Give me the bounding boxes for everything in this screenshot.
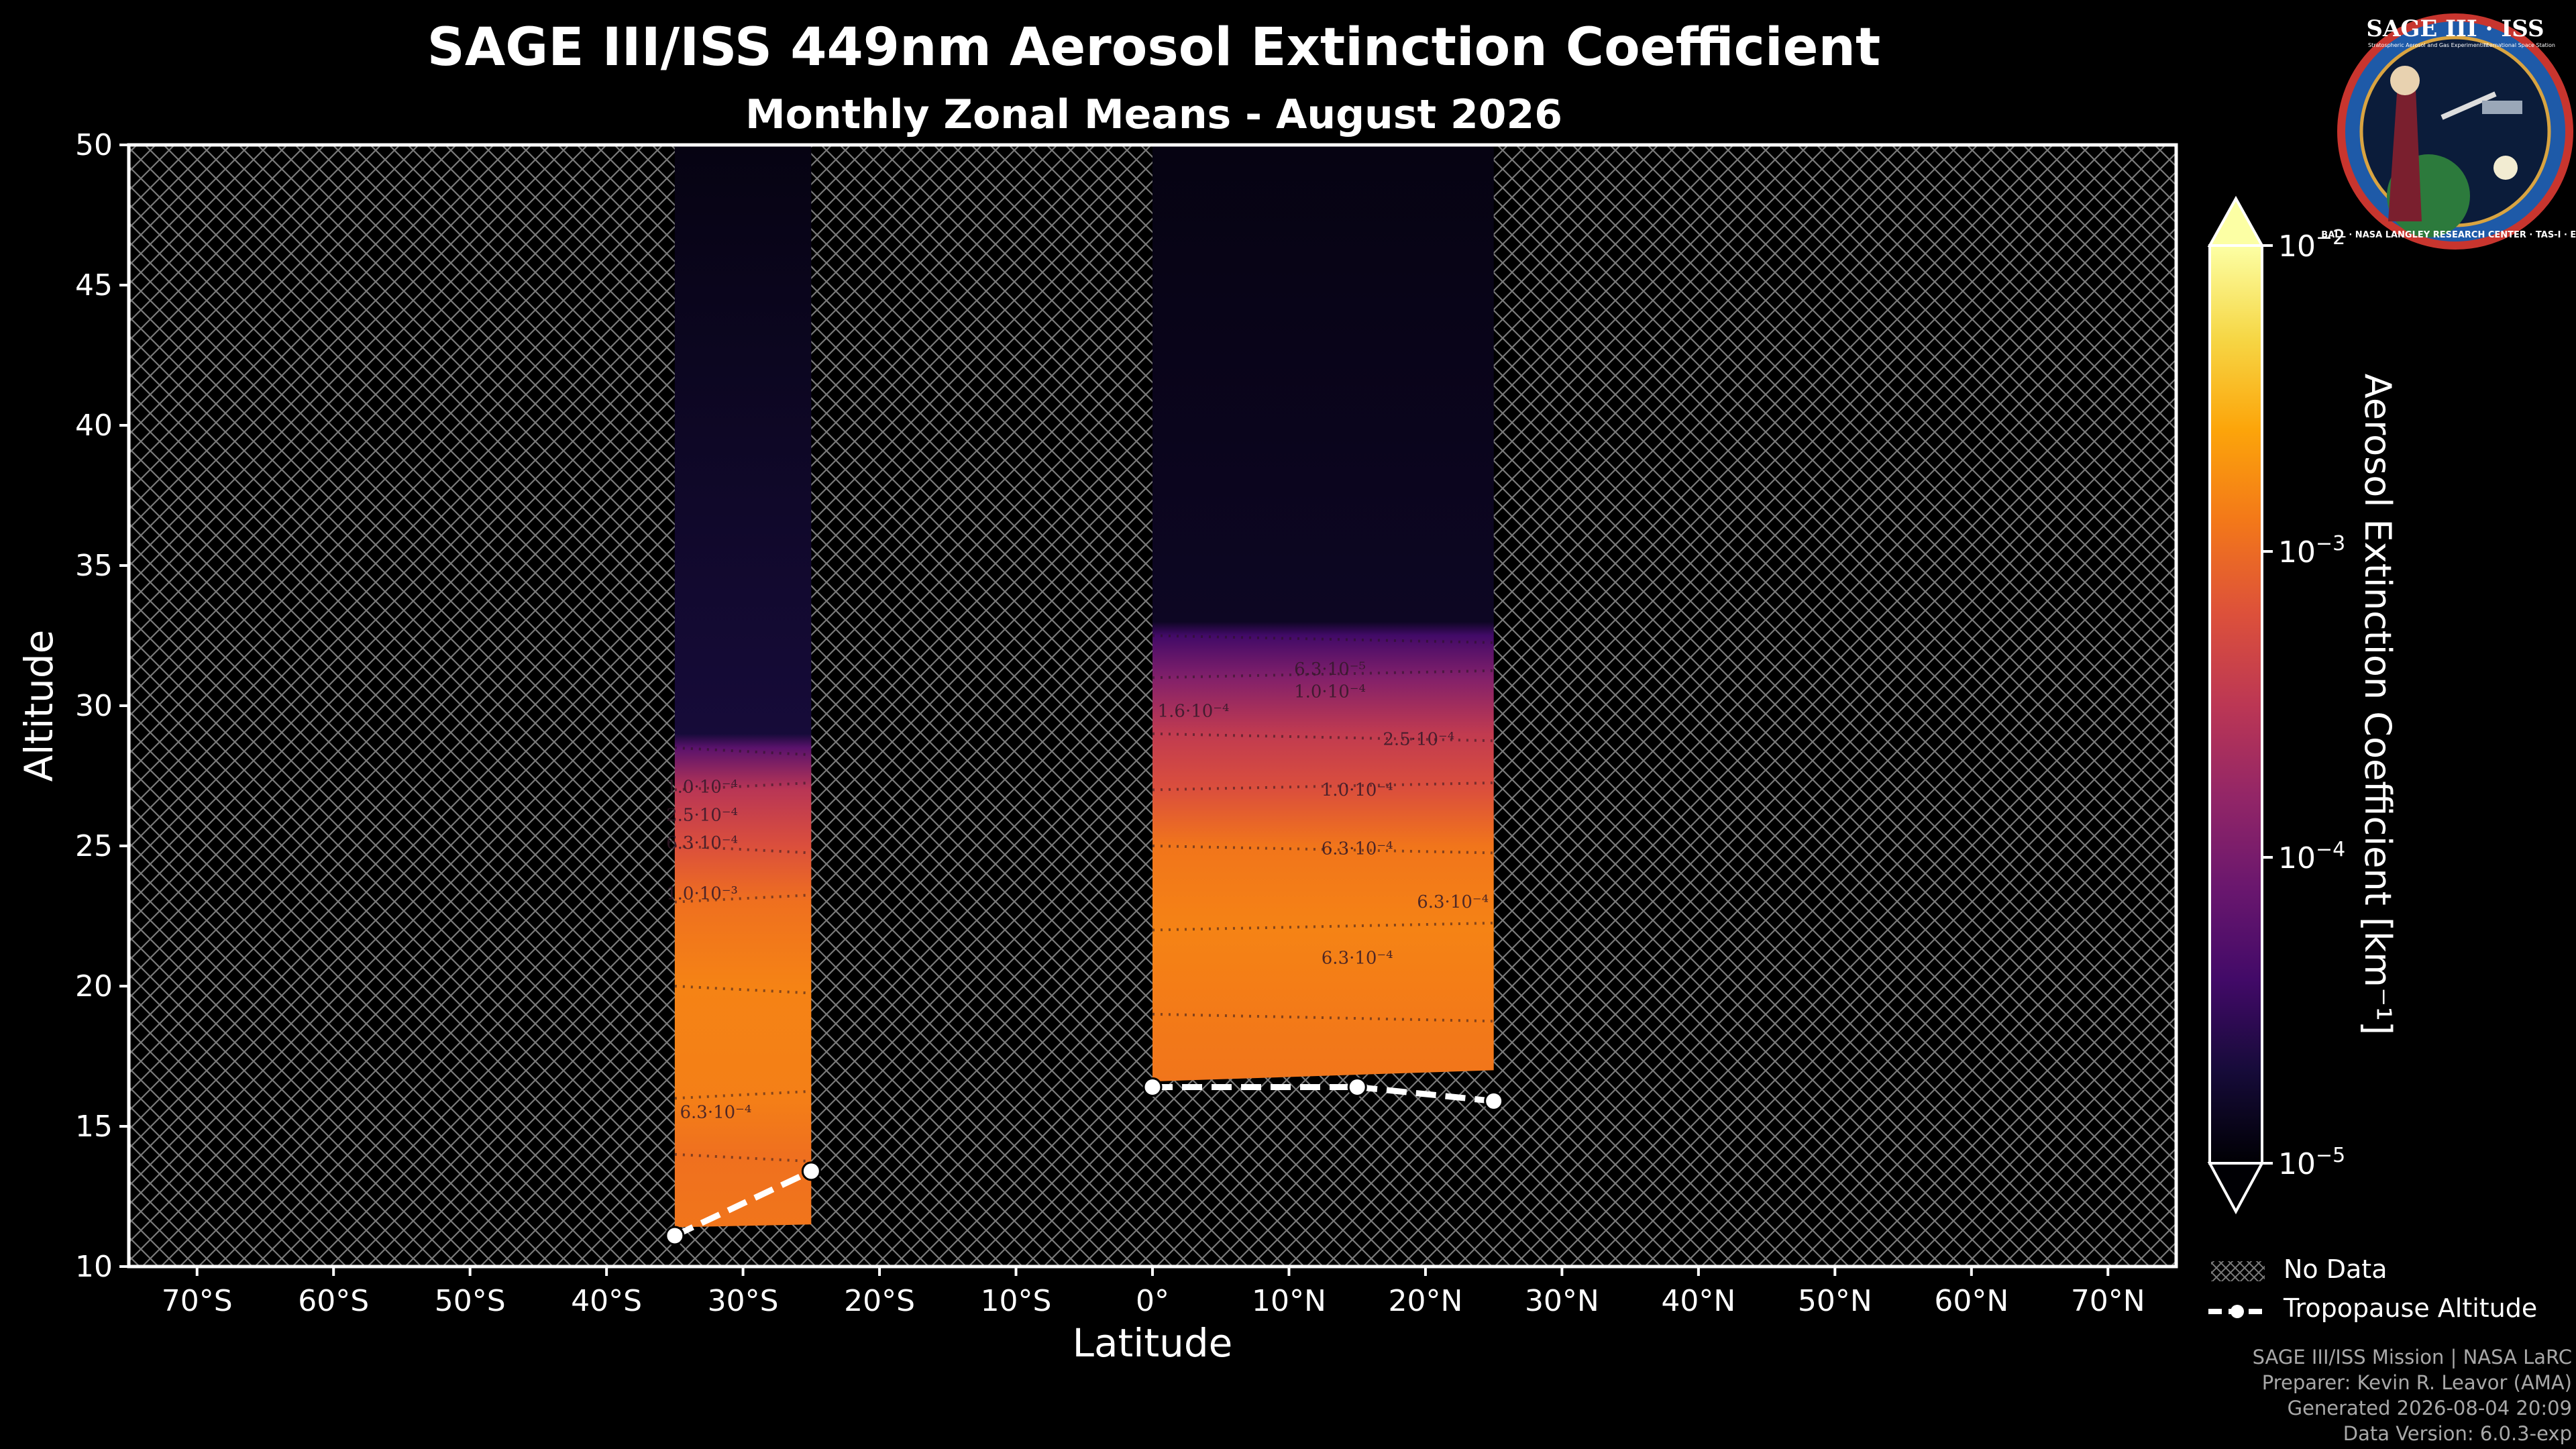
contour-label: 2.5·10⁻⁴ [666, 805, 738, 825]
x-tick-label: 0° [1136, 1284, 1169, 1318]
tropopause-point [665, 1226, 685, 1246]
x-tick-label: 60°N [1934, 1284, 2008, 1318]
x-axis-label: Latitude [1073, 1320, 1233, 1366]
contour-label: 6.3·10⁻⁵ [1294, 659, 1366, 680]
legend-no-data-swatch [2211, 1261, 2265, 1281]
tropopause-point [801, 1161, 821, 1181]
colorbar-tick-label: 10−4 [2278, 838, 2345, 875]
credits-block: SAGE III/ISS Mission | NASA LaRC Prepare… [2253, 1344, 2572, 1446]
colorbar-gradient [2210, 246, 2262, 1163]
colorbar-ticks: 10−210−310−410−5 [2262, 226, 2345, 1181]
contour-label: 6.3·10⁻⁴ [1417, 892, 1489, 912]
logo-inner-right-text: International Space Station [2482, 42, 2555, 48]
x-tick-label: 40°S [571, 1284, 642, 1318]
x-tick-label: 10°S [981, 1284, 1052, 1318]
contour-label: 6.3·10⁻⁴ [680, 1102, 751, 1122]
contour-label: 1.0·10⁻³ [666, 883, 738, 904]
contour-label: 2.5·10⁻⁴ [1383, 730, 1454, 750]
tropopause-point [1142, 1077, 1163, 1097]
logo-ring-text: BALL · NASA LANGLEY RESEARCH CENTER · TA… [2321, 230, 2576, 240]
y-axis-ticks: 10 15 20 25 30 35 40 45 50 [75, 128, 129, 1284]
credits-line-3: Generated 2026-08-04 20:09 [2287, 1397, 2572, 1419]
x-tick-label: 60°S [298, 1284, 369, 1318]
x-tick-label: 30°S [708, 1284, 779, 1318]
x-tick-label: 70°N [2071, 1284, 2145, 1318]
contour-label: 1.0·10⁻⁴ [666, 777, 738, 798]
contour-label: 1.6·10⁻⁴ [1158, 702, 1230, 722]
legend-tropopause-swatch [2208, 1305, 2266, 1318]
colorbar: 10−210−310−410−5 Aerosol Extinction Coef… [2207, 195, 2399, 1215]
y-tick-label: 25 [75, 829, 113, 863]
y-tick-label: 45 [75, 268, 113, 303]
y-tick-label: 35 [75, 549, 113, 583]
colorbar-extend-bottom [2207, 1162, 2265, 1215]
credits-line-1: SAGE III/ISS Mission | NASA LaRC [2252, 1346, 2572, 1368]
y-tick-label: 20 [75, 969, 113, 1004]
x-tick-label: 40°N [1661, 1284, 1735, 1318]
legend-tropopause-label: Tropopause Altitude [2284, 1293, 2538, 1323]
y-tick-label: 40 [75, 409, 113, 443]
y-tick-label: 30 [75, 689, 113, 723]
logo-inner-left-text: Stratospheric Aerosol and Gas Experiment… [2368, 42, 2488, 48]
tropopause-point [1347, 1077, 1367, 1097]
chart-canvas: 1.6·10⁻⁴6.3·10⁻⁵1.0·10⁻⁴2.5·10⁻⁴1.0·10⁻⁴… [16, 13, 2576, 1366]
data-band [674, 145, 812, 1228]
x-tick-label: 20°N [1388, 1284, 1462, 1318]
y-axis-label: Altitude [16, 630, 62, 782]
x-tick-label: 20°S [844, 1284, 915, 1318]
x-tick-label: 10°N [1252, 1284, 1326, 1318]
contour-label: 1.0·10⁻⁴ [1322, 780, 1393, 800]
credits-line-2: Preparer: Kevin R. Leavor (AMA) [2261, 1371, 2572, 1394]
x-tick-label: 30°N [1525, 1284, 1599, 1318]
colorbar-tick-label: 10−3 [2278, 532, 2345, 570]
y-tick-label: 50 [75, 128, 113, 162]
colorbar-extend-top [2207, 195, 2265, 247]
data-band [1152, 145, 1494, 1082]
y-tick-label: 10 [75, 1250, 113, 1284]
logo-top-text: SAGE III · ISS [2366, 15, 2544, 42]
contour-label: 6.3·10⁻⁴ [666, 833, 738, 853]
colorbar-tick-label: 10−5 [2278, 1144, 2345, 1181]
contour-label: 6.3·10⁻⁴ [1322, 839, 1393, 859]
credits-line-4: Data Version: 6.0.3-exp [2343, 1422, 2572, 1445]
contour-label: 1.0·10⁻⁴ [1294, 682, 1366, 702]
colorbar-label: Aerosol Extinction Coefficient [km⁻¹] [2357, 374, 2399, 1035]
x-tick-label: 50°S [435, 1284, 506, 1318]
y-tick-label: 15 [75, 1110, 113, 1144]
x-axis-ticks: 70°S 60°S 50°S 40°S 30°S 20°S 10°S 0° 10°N 20°N 30… [162, 1267, 2145, 1318]
contour-label: 6.3·10⁻⁴ [1322, 949, 1393, 969]
x-tick-label: 50°N [1798, 1284, 1872, 1318]
sage-iss-logo: SAGE III · ISS Stratospheric Aerosol and… [2321, 13, 2576, 250]
legend-no-data-label: No Data [2284, 1254, 2387, 1284]
x-tick-label: 70°S [162, 1284, 233, 1318]
tropopause-point [1484, 1091, 1504, 1111]
